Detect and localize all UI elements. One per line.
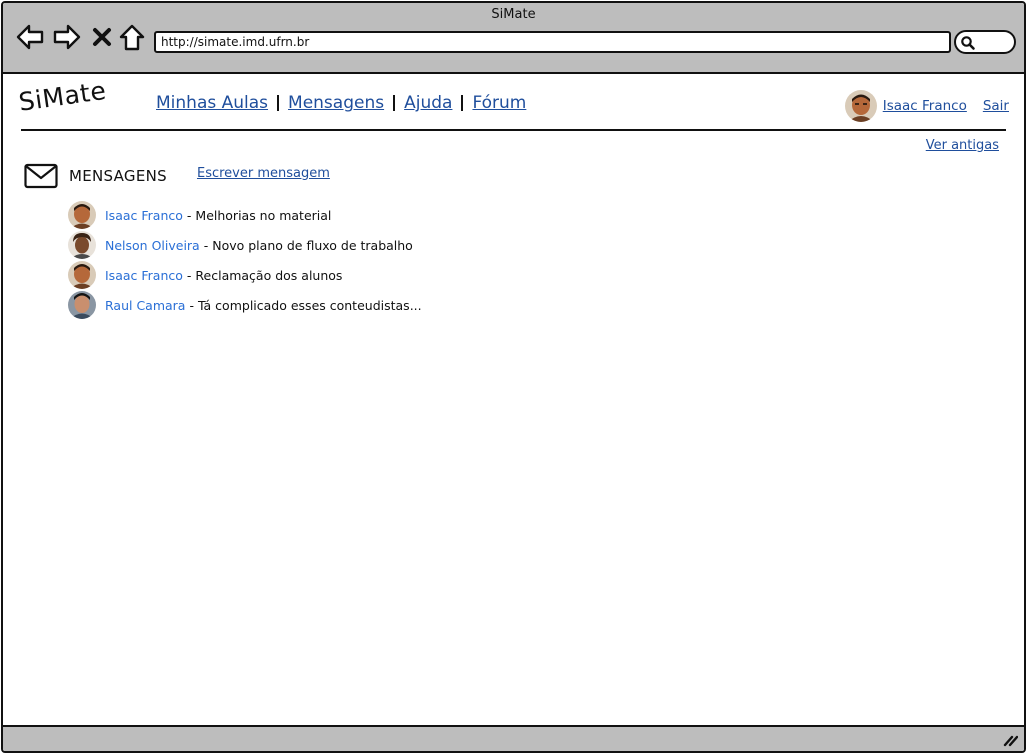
message-sender-link[interactable]: Isaac Franco	[105, 268, 183, 283]
address-bar[interactable]: http://simate.imd.ufrn.br	[154, 31, 951, 53]
back-arrow-icon[interactable]	[15, 22, 45, 52]
sender-avatar	[68, 261, 96, 289]
envelope-icon	[24, 163, 58, 189]
message-subject[interactable]: Melhorias no material	[195, 208, 331, 223]
close-x-icon[interactable]	[91, 22, 113, 52]
separator-dash: -	[186, 207, 192, 223]
message-sender-link[interactable]: Isaac Franco	[105, 208, 183, 223]
message-item[interactable]: Isaac Franco - Reclamação dos alunos	[68, 260, 422, 290]
message-sender-link[interactable]: Nelson Oliveira	[105, 238, 200, 253]
user-avatar[interactable]	[844, 90, 877, 122]
status-bar	[3, 725, 1024, 751]
sender-avatar	[68, 231, 96, 259]
page-content: SiMate Minhas Aulas Mensagens Ajuda Fóru…	[3, 74, 1024, 724]
logout-link[interactable]: Sair	[983, 98, 1009, 114]
home-icon[interactable]	[117, 22, 147, 52]
app-logo[interactable]: SiMate	[17, 76, 108, 117]
write-message-link[interactable]: Escrever mensagem	[197, 166, 330, 181]
browser-chrome: SiMate http://simate.imd.ufrn.br	[3, 3, 1024, 74]
nav-minhas-aulas[interactable]: Minhas Aulas	[156, 93, 268, 113]
browser-search-box[interactable]	[954, 30, 1016, 54]
message-item[interactable]: Nelson Oliveira - Novo plano de fluxo de…	[68, 230, 422, 260]
forward-arrow-icon[interactable]	[52, 22, 82, 52]
nav-separator	[393, 95, 396, 111]
sender-avatar	[68, 291, 96, 319]
nav-mensagens[interactable]: Mensagens	[288, 93, 384, 113]
resize-grip-icon[interactable]	[1002, 733, 1018, 747]
header-divider	[21, 129, 1006, 131]
browser-window: SiMate http://simate.imd.ufrn.br SiMate …	[1, 1, 1026, 753]
messages-header: MENSAGENS Escrever mensagem	[24, 163, 330, 189]
separator-dash: -	[189, 297, 194, 313]
user-name-link[interactable]: Isaac Franco	[883, 98, 967, 114]
message-sender-link[interactable]: Raul Camara	[105, 298, 185, 313]
message-item[interactable]: Raul Camara - Tá complicado esses conteu…	[68, 290, 422, 320]
separator-dash: -	[186, 267, 192, 283]
window-title: SiMate	[491, 7, 536, 22]
message-subject[interactable]: Reclamação dos alunos	[195, 268, 342, 283]
nav-forum[interactable]: Fórum	[472, 93, 526, 113]
message-item[interactable]: Isaac Franco - Melhorias no material	[68, 200, 422, 230]
message-subject[interactable]: Novo plano de fluxo de trabalho	[212, 238, 413, 253]
sender-avatar	[68, 201, 96, 229]
message-list: Isaac Franco - Melhorias no material Nel…	[68, 200, 422, 320]
section-title: MENSAGENS	[69, 167, 167, 185]
message-subject[interactable]: Tá complicado esses conteudistas...	[198, 298, 422, 313]
main-nav: Minhas Aulas Mensagens Ajuda Fórum	[156, 93, 526, 113]
nav-ajuda[interactable]: Ajuda	[404, 93, 452, 113]
nav-separator	[277, 95, 280, 111]
separator-dash: -	[203, 237, 209, 253]
user-area: Isaac Franco Sair	[844, 90, 1009, 122]
older-messages-link[interactable]: Ver antigas	[926, 138, 999, 153]
nav-separator	[461, 95, 464, 111]
search-icon	[961, 36, 975, 50]
